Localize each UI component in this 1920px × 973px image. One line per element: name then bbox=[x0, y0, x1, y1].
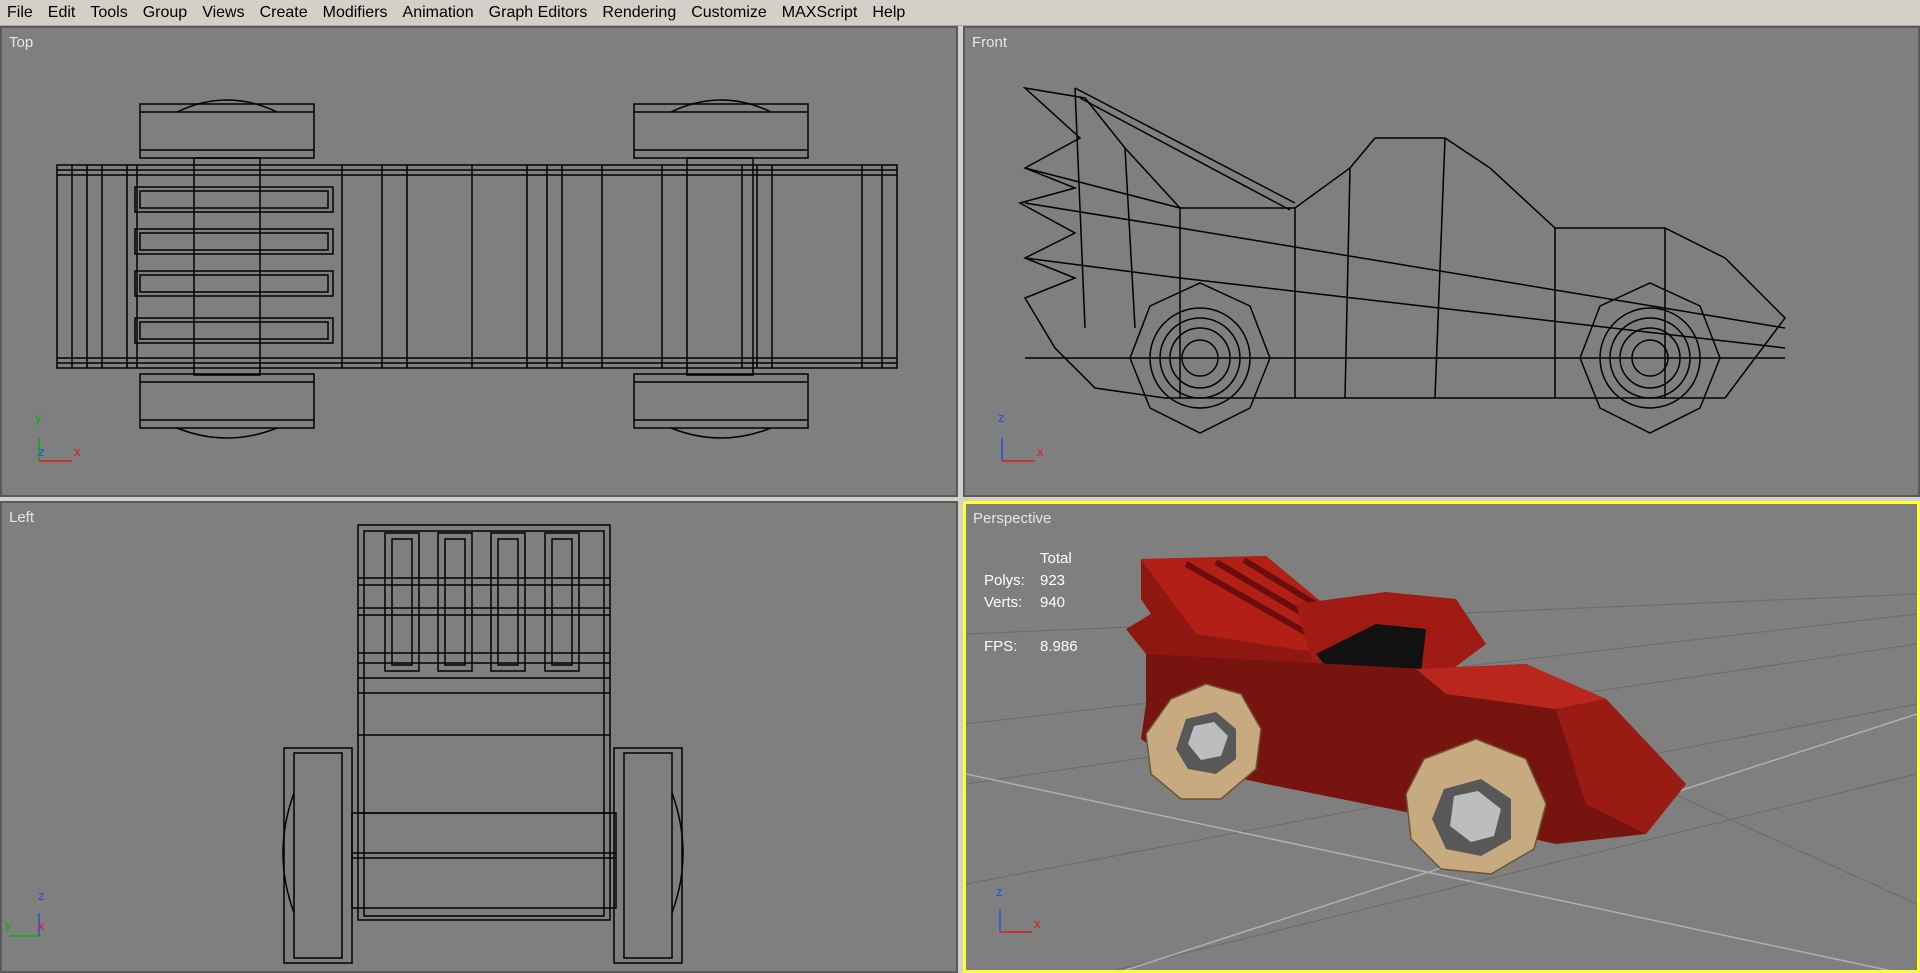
viewport-left[interactable]: z y x Left bbox=[0, 501, 958, 973]
menu-rendering[interactable]: Rendering bbox=[595, 0, 684, 25]
svg-text:y: y bbox=[5, 917, 12, 932]
menu-modifiers[interactable]: Modifiers bbox=[316, 0, 396, 25]
axis-tripod-icon: z x bbox=[998, 410, 1044, 462]
axis-tripod-icon: z x bbox=[996, 884, 1041, 933]
viewport-perspective[interactable]: Total Polys: 923 Verts: 940 FPS: 8.986 z x … bbox=[963, 501, 1920, 973]
menu-graph-editors[interactable]: Graph Editors bbox=[482, 0, 596, 25]
svg-text:y: y bbox=[35, 410, 42, 425]
menu-help[interactable]: Help bbox=[865, 0, 913, 25]
axis-tripod-icon: z y x bbox=[5, 888, 45, 937]
viewport-front[interactable]: z x Front bbox=[963, 26, 1920, 497]
svg-text:z: z bbox=[996, 884, 1003, 899]
svg-text:z: z bbox=[38, 444, 45, 459]
viewport-label[interactable]: Top bbox=[9, 34, 33, 51]
menu-group[interactable]: Group bbox=[136, 0, 195, 25]
menu-tools[interactable]: Tools bbox=[83, 0, 135, 25]
menu-customize[interactable]: Customize bbox=[684, 0, 775, 25]
axis-tripod-icon: y x z bbox=[35, 410, 81, 462]
viewport-label[interactable]: Left bbox=[9, 509, 34, 526]
menu-animation[interactable]: Animation bbox=[396, 0, 482, 25]
svg-text:z: z bbox=[38, 888, 45, 903]
menu-edit[interactable]: Edit bbox=[41, 0, 84, 25]
viewport-top[interactable]: y x z Top bbox=[0, 26, 958, 497]
menu-views[interactable]: Views bbox=[195, 0, 252, 25]
menu-create[interactable]: Create bbox=[253, 0, 316, 25]
svg-text:x: x bbox=[1037, 444, 1044, 459]
svg-text:x: x bbox=[38, 918, 45, 933]
viewport-label[interactable]: Front bbox=[972, 34, 1007, 51]
menu-file[interactable]: File bbox=[0, 0, 41, 25]
menu-maxscript[interactable]: MAXScript bbox=[775, 0, 866, 25]
svg-text:x: x bbox=[1034, 916, 1041, 931]
svg-text:x: x bbox=[74, 444, 81, 459]
menu-bar: File Edit Tools Group Views Create Modif… bbox=[0, 0, 1920, 26]
svg-text:z: z bbox=[998, 410, 1005, 425]
viewport-label[interactable]: Perspective bbox=[973, 510, 1051, 527]
